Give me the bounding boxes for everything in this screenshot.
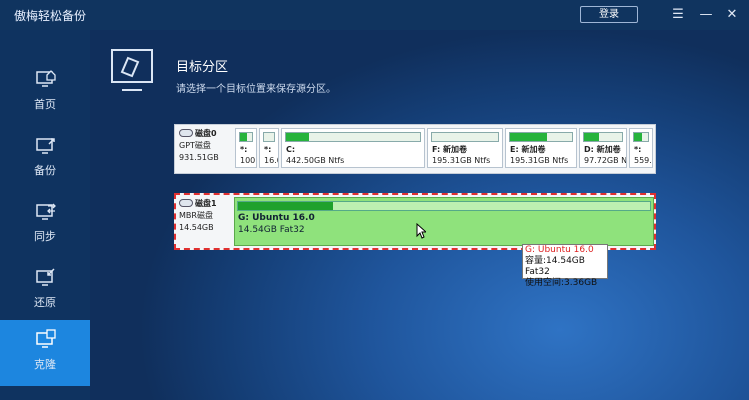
target-partition-icon [111,49,153,91]
usage-bar [239,132,253,142]
sidebar-item-home[interactable]: 首页 [0,60,90,126]
partition-block[interactable]: F: 新加卷 195.31GB Ntfs [427,128,503,168]
tooltip-partition-name: G: Ubuntu 16.0 [525,245,594,255]
partition-name: D: 新加卷 [584,145,621,154]
page-title: 目标分区 [176,60,229,75]
partition-name: C: [286,145,296,154]
usage-bar [431,132,499,142]
partition-name: *: [264,145,272,154]
partition-block[interactable]: *: 559. [629,128,653,168]
usage-fill [238,202,333,210]
sidebar-item-restore[interactable]: 还原 [0,258,90,324]
partition-block[interactable]: D: 新加卷 97.72GB Ntfs [579,128,627,168]
disk-info: 磁盘0 GPT磁盘 931.51GB [179,128,235,164]
main-panel: 目标分区 请选择一个目标位置来保存源分区。 磁盘0 GPT磁盘 931.51GB… [90,30,749,400]
disk-icon [179,199,193,207]
app-title: 傲梅轻松备份 [14,8,87,23]
sidebar-item-label: 备份 [34,164,56,177]
sidebar-item-backup[interactable]: 备份 [0,126,90,192]
usage-bar [237,201,651,211]
backup-icon [36,138,55,154]
partition-tooltip: G: Ubuntu 16.0 容量:14.54GB Fat32 使用空间:3.3… [522,244,608,288]
sidebar-item-label: 同步 [34,230,56,243]
usage-fill [240,133,248,141]
login-button[interactable]: 登录 [580,6,638,23]
disk-name: 磁盘0 [195,129,217,138]
partition-size: 195.31GB Ntfs [432,156,491,165]
close-icon[interactable]: ✕ [722,5,742,25]
usage-bar [263,132,275,142]
restore-icon [36,268,55,286]
sidebar-item-label: 首页 [34,98,56,111]
disk-size: 931.51GB [179,153,219,162]
usage-fill [634,133,643,141]
partition-size: 559. [634,156,652,165]
sidebar-item-label: 克隆 [34,358,56,371]
partition-name: E: 新加卷 [510,145,546,154]
partition-name: F: 新加卷 [432,145,468,154]
clone-icon [36,329,56,348]
sidebar-item-clone[interactable]: 克隆 [0,320,90,386]
partition-size: 195.31GB Ntfs [510,156,569,165]
disk-info: 磁盘1 MBR磁盘 14.54GB [179,198,235,234]
usage-bar [509,132,573,142]
home-monitor-icon [36,70,56,87]
partition-name: G: Ubuntu 16.0 [238,213,315,223]
disk-row-disk0[interactable]: 磁盘0 GPT磁盘 931.51GB *: 100. *: 16.0 C: 44… [174,124,656,174]
sidebar-item-label: 还原 [34,296,56,309]
disk-row-disk1[interactable]: 磁盘1 MBR磁盘 14.54GB G: Ubuntu 16.0 14.54GB… [174,193,656,250]
sync-icon [36,203,56,220]
partition-block[interactable]: *: 16.0 [259,128,279,168]
usage-bar [285,132,421,142]
usage-fill [510,133,548,141]
usage-bar [583,132,623,142]
disk-icon [179,129,193,137]
partition-size: 14.54GB Fat32 [238,225,305,235]
minimize-icon[interactable]: — [696,5,716,25]
partition-name: *: [240,145,248,154]
tooltip-used: 使用空间:3.36GB [525,278,598,288]
tooltip-capacity: 容量:14.54GB Fat32 [525,256,585,277]
disk-type: MBR磁盘 [179,211,213,220]
usage-fill [584,133,600,141]
mouse-cursor-icon [416,223,426,239]
menu-icon[interactable]: ☰ [668,5,688,25]
disk-type: GPT磁盘 [179,141,211,150]
sidebar-item-sync[interactable]: 同步 [0,192,90,258]
partition-name: *: [634,145,642,154]
page-description: 请选择一个目标位置来保存源分区。 [176,84,336,95]
disk-name: 磁盘1 [195,199,217,208]
partition-block[interactable]: E: 新加卷 195.31GB Ntfs [505,128,577,168]
partition-block[interactable]: C: 442.50GB Ntfs [281,128,425,168]
partition-block-selected[interactable]: G: Ubuntu 16.0 14.54GB Fat32 [234,197,654,246]
partition-size: 442.50GB Ntfs [286,156,345,165]
partition-size: 100. [240,156,257,165]
usage-fill [286,133,309,141]
sidebar: 首页 备份 同步 还原 克隆 [0,30,90,400]
partition-block[interactable]: *: 100. [235,128,257,168]
partition-size: 97.72GB Ntfs [584,156,627,165]
disk-size: 14.54GB [179,223,214,232]
partition-size: 16.0 [264,156,278,165]
usage-bar [633,132,649,142]
